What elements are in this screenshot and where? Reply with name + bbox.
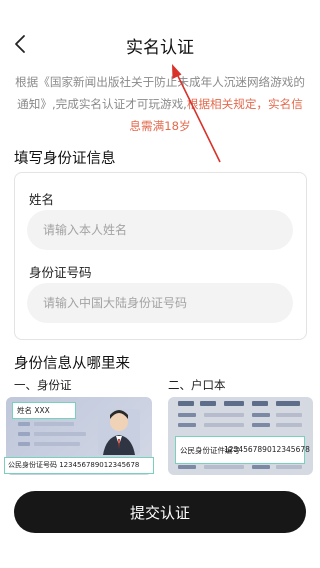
name-input[interactable] [27, 210, 293, 250]
hukou-number-value: 123456789012345678 [224, 445, 310, 455]
hukou-number-tag: 公民身份证件编号 123456789012345678 [175, 436, 310, 464]
hukou-label: 二、户口本 [168, 378, 226, 392]
id-number-input[interactable] [27, 283, 293, 323]
id-card-label: 一、身份证 [14, 378, 72, 392]
name-label: 姓名 [29, 192, 55, 207]
id-card-name-tag: 姓名 XXX [12, 402, 76, 419]
id-card-number-tag: 公民身份证号码 123456789012345678 [4, 457, 154, 474]
hukou-number-key: 公民身份证件编号 [180, 445, 240, 455]
anti-addiction-notice: 根据《国家新闻出版社关于防止未成年人沉迷网络游戏的通知》,完成实名认证才可玩游戏… [14, 71, 306, 137]
id-number-label: 身份证号码 [29, 265, 92, 280]
section-title-source: 身份信息从哪里来 [14, 356, 130, 372]
submit-verification-button[interactable]: 提交认证 [14, 491, 306, 533]
page-title: 实名认证 [126, 38, 194, 58]
section-title-id-info: 填写身份证信息 [14, 151, 116, 167]
id-form-card: 姓名 身份证号码 [14, 172, 307, 340]
